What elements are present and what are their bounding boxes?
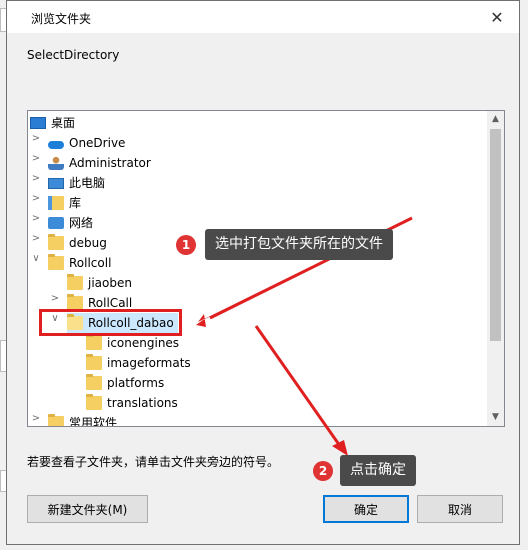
tree-item-platforms[interactable]: platforms xyxy=(86,373,164,393)
tree-item-iconengines[interactable]: iconengines xyxy=(86,333,179,353)
chevron-right-icon[interactable]: > xyxy=(30,173,42,193)
tree-item-this-pc[interactable]: 此电脑 xyxy=(48,173,105,193)
dialog-title: 浏览文件夹 xyxy=(31,12,92,26)
vertical-scrollbar[interactable]: ▲ ▼ xyxy=(487,111,504,426)
hint-text: 若要查看子文件夹，请单击文件夹旁边的符号。 xyxy=(27,455,280,469)
ok-button[interactable]: 确定 xyxy=(323,495,409,523)
folder-icon xyxy=(67,274,83,290)
tree-item-label: Rollcoll xyxy=(69,256,112,270)
step-2-callout: 点击确定 xyxy=(340,455,416,486)
folder-icon xyxy=(48,414,64,426)
title-bar: 浏览文件夹 ✕ xyxy=(7,1,519,33)
user-icon xyxy=(48,156,64,170)
chevron-right-icon[interactable]: > xyxy=(30,193,42,213)
scrollbar-thumb[interactable] xyxy=(490,129,501,341)
tree-item-onedrive[interactable]: OneDrive xyxy=(48,133,125,153)
tree-item-label: 库 xyxy=(69,196,82,210)
step-1-badge: 1 xyxy=(176,235,196,255)
step-1-callout: 选中打包文件夹所在的文件 xyxy=(205,229,393,260)
tree-item-label: OneDrive xyxy=(69,136,126,150)
tree-item-desktop[interactable]: 桌面 xyxy=(30,113,75,133)
close-button[interactable]: ✕ xyxy=(475,1,519,33)
library-icon xyxy=(48,196,64,210)
tree-item-label: debug xyxy=(69,236,107,250)
tree-item-label: 此电脑 xyxy=(69,176,106,190)
folder-icon xyxy=(86,374,102,390)
computer-icon xyxy=(48,177,64,189)
browse-folder-dialog: 浏览文件夹 ✕ SelectDirectory 桌面 > OneDrive > … xyxy=(6,0,520,545)
tree-item-label: 桌面 xyxy=(51,116,76,130)
new-folder-button[interactable]: 新建文件夹(M) xyxy=(27,495,148,523)
onedrive-icon xyxy=(48,140,64,149)
folder-icon xyxy=(86,354,102,370)
tree-item-label: jiaoben xyxy=(88,276,132,290)
folder-icon xyxy=(48,234,64,250)
tree-item-network[interactable]: 网络 xyxy=(48,213,93,233)
step-2-badge: 2 xyxy=(313,461,333,481)
tree-item-imageformats[interactable]: imageformats xyxy=(86,353,191,373)
chevron-right-icon[interactable]: > xyxy=(30,233,42,253)
tree-item-label: 常用软件 xyxy=(69,416,118,427)
tree-item-label: Administrator xyxy=(69,156,151,170)
tree-item-label: imageformats xyxy=(107,356,191,370)
tree-item-library[interactable]: 库 xyxy=(48,193,81,213)
folder-icon xyxy=(67,294,83,310)
folder-icon xyxy=(48,254,64,270)
folder-icon xyxy=(86,394,102,410)
tree-item-label: iconengines xyxy=(107,336,180,350)
dialog-description: SelectDirectory xyxy=(27,48,120,62)
scroll-down-icon[interactable]: ▼ xyxy=(487,409,504,426)
tree-item-jiaoben[interactable]: jiaoben xyxy=(67,273,132,293)
scroll-up-icon[interactable]: ▲ xyxy=(487,111,504,128)
chevron-right-icon[interactable]: > xyxy=(30,153,42,173)
network-icon xyxy=(48,217,64,229)
tree-item-label: translations xyxy=(107,396,178,410)
folder-icon xyxy=(86,334,102,350)
tree-item-debug[interactable]: debug xyxy=(48,233,107,253)
selection-highlight-box xyxy=(39,309,182,336)
tree-item-administrator[interactable]: Administrator xyxy=(48,153,151,173)
chevron-down-icon[interactable]: ∨ xyxy=(30,253,42,273)
tree-item-label: platforms xyxy=(107,376,165,390)
tree-item-common-software[interactable]: 常用软件 xyxy=(48,413,118,427)
chevron-right-icon[interactable]: > xyxy=(30,413,42,426)
tree-item-label: 网络 xyxy=(69,216,94,230)
cancel-button[interactable]: 取消 xyxy=(417,495,503,523)
chevron-right-icon[interactable]: > xyxy=(30,133,42,153)
chevron-right-icon[interactable]: > xyxy=(30,213,42,233)
desktop-icon xyxy=(30,117,46,129)
folder-tree[interactable]: 桌面 > OneDrive > Administrator > 此电脑 > 库 … xyxy=(27,110,505,427)
tree-item-translations[interactable]: translations xyxy=(86,393,178,413)
tree-item-rollcoll[interactable]: Rollcoll xyxy=(48,253,111,273)
